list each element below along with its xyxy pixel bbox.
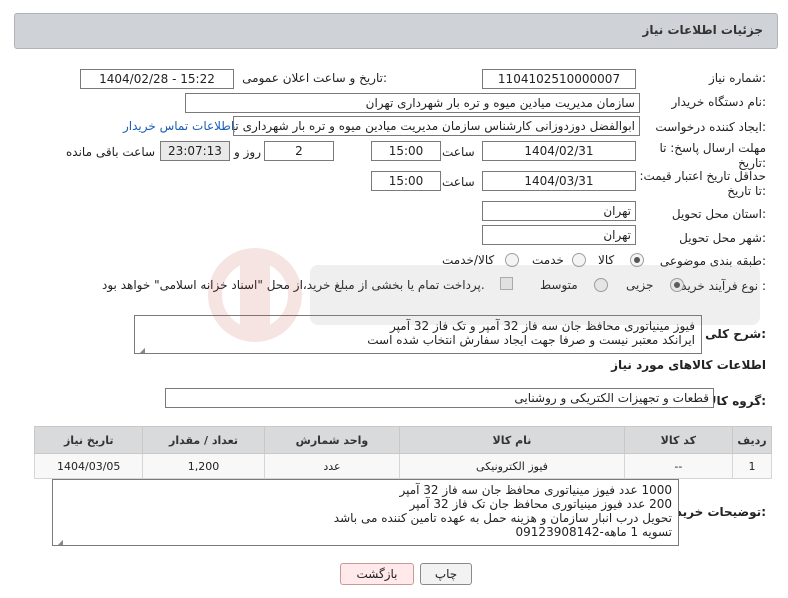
delivery-province-field: تهران [482, 201, 636, 221]
deadline-days-label: روز و [234, 145, 261, 159]
category-goods-label: کالا [598, 253, 615, 267]
price-validity-time-field: 15:00 [371, 171, 441, 191]
goods-info-title: اطلاعات کالاهای مورد نیاز [611, 358, 766, 372]
buyer-org-field: سازمان مدیریت میادین میوه و تره بار شهرد… [185, 93, 640, 113]
buyer-notes-line-3: تحویل درب انبار سازمان و هزینه حمل به عه… [333, 511, 672, 525]
buyer-contact-link[interactable]: اطلاعات تماس خریدار [123, 119, 234, 133]
remaining-time-field: 23:07:13 [160, 141, 230, 161]
requester-field: ابوالفضل دوزدوزانی کارشناس سازمان مدیریت… [233, 116, 640, 136]
buyer-notes-textarea[interactable]: 1000 عدد فیوز مینیاتوری محافظ جان سه فاز… [52, 479, 679, 546]
delivery-province-label: استان محل تحویل: [671, 207, 766, 221]
cell-qty: 1,200 [142, 453, 265, 479]
announce-field: 1404/02/28 - 15:22 [80, 69, 234, 89]
category-service-radio[interactable] [572, 253, 586, 267]
goods-table: ردیف کد کالا نام کالا واحد شمارش تعداد /… [33, 426, 772, 479]
col-code: کد کالا [623, 426, 734, 454]
buyer-notes-label: توضیحات خریدار: [664, 505, 766, 519]
page-title: جزئیات اطلاعات نیاز [642, 23, 763, 37]
purchase-type-minor-radio[interactable] [670, 278, 684, 292]
need-number-label: شماره نیاز: [708, 71, 766, 85]
deadline-time-label: ساعت [442, 145, 475, 159]
purchase-type-medium-label: متوسط [540, 278, 578, 292]
cell-unit: عدد [263, 453, 401, 479]
col-qty: تعداد / مقدار [142, 426, 265, 454]
summary-textarea[interactable]: فیوز مینیاتوری محافظ جان سه فاز 32 آمپر … [134, 315, 702, 354]
treasury-payment-checkbox[interactable] [500, 277, 513, 290]
table-row: 1 -- فیوز الکترونیکی عدد 1,200 1404/03/0… [33, 453, 772, 479]
delivery-city-label: شهر محل تحویل: [679, 231, 766, 245]
back-button[interactable]: بازگشت [340, 563, 414, 585]
remaining-time-label: ساعت باقی مانده [66, 145, 156, 159]
purchase-type-label: نوع فرآیند خرید : [681, 279, 766, 293]
deadline-days-field: 2 [264, 141, 334, 161]
category-both-radio[interactable] [505, 253, 519, 267]
category-service-label: خدمت [532, 253, 564, 267]
buyer-notes-line-4: تسویه 1 ماهه-09123908142 [515, 525, 672, 539]
deadline-time-field: 15:00 [371, 141, 441, 161]
col-row: ردیف [732, 426, 772, 454]
treasury-payment-note: پرداخت تمام یا بخشی از مبلغ خرید،از محل … [102, 278, 485, 292]
goods-group-label: گروه کالا: [707, 394, 766, 408]
deadline-label: مهلت ارسال پاسخ: تا تاریخ: [659, 141, 766, 170]
category-goods-radio[interactable] [630, 253, 644, 267]
category-both-label: کالا/خدمت [442, 253, 495, 267]
need-number-field: 1104102510000007 [482, 69, 636, 89]
buyer-notes-line-2: 200 عدد فیوز مینیاتوری محافظ جان تک فاز … [409, 497, 672, 511]
page-frame: جزئیات اطلاعات نیاز شماره نیاز: 11041025… [10, 5, 780, 595]
resize-grip-icon[interactable]: ◢ [137, 344, 145, 353]
requester-label: ایجاد کننده درخواست: [655, 120, 766, 134]
deadline-date-field: 1404/02/31 [482, 141, 636, 161]
summary-line-2: ایرانکد معتبر نیست و صرفا جهت ایجاد سفار… [367, 333, 695, 347]
purchase-type-minor-label: جزیی [626, 278, 654, 292]
goods-group-field: قطعات و تجهیزات الکتریکی و روشنایی [165, 388, 714, 408]
col-date: تاریخ نیاز [33, 426, 144, 454]
price-validity-time-label: ساعت [442, 175, 475, 189]
purchase-type-medium-radio[interactable] [594, 278, 608, 292]
announce-label: تاریخ و ساعت اعلان عمومی: [242, 71, 387, 85]
summary-line-1: فیوز مینیاتوری محافظ جان سه فاز 32 آمپر … [390, 319, 695, 333]
resize-grip-icon[interactable]: ◢ [55, 536, 63, 545]
buyer-org-label: نام دستگاه خریدار: [671, 95, 767, 109]
buyer-notes-line-1: 1000 عدد فیوز مینیاتوری محافظ جان سه فاز… [399, 483, 672, 497]
print-button[interactable]: چاپ [420, 563, 472, 585]
col-name: نام کالا [399, 426, 625, 454]
goods-table-header: ردیف کد کالا نام کالا واحد شمارش تعداد /… [33, 426, 772, 454]
price-validity-date-field: 1404/03/31 [482, 171, 636, 191]
category-label: طبقه بندی موضوعی: [659, 254, 766, 268]
cell-name: فیوز الکترونیکی [399, 453, 625, 479]
col-unit: واحد شمارش [263, 426, 401, 454]
delivery-city-field: تهران [482, 225, 636, 245]
cell-date: 1404/03/05 [33, 453, 144, 479]
page-header: جزئیات اطلاعات نیاز [14, 13, 778, 49]
cell-row: 1 [732, 453, 772, 479]
cell-code: -- [623, 453, 734, 479]
price-validity-label: حداقل تاریخ اعتبار قیمت: تا تاریخ: [639, 169, 766, 198]
